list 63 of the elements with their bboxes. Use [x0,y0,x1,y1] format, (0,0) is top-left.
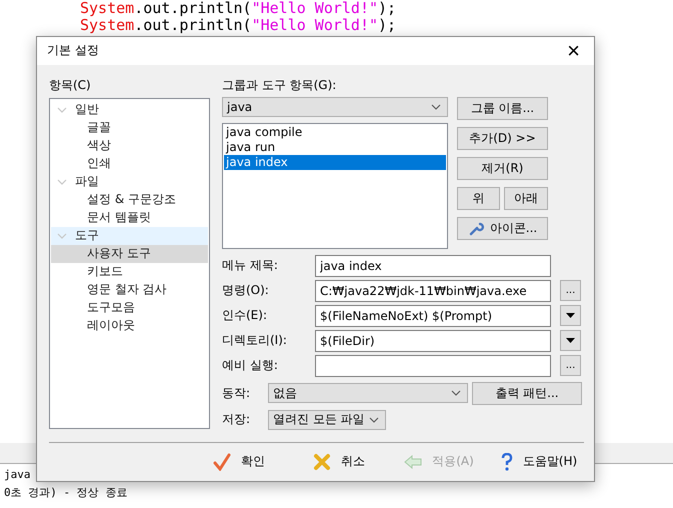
icon-button[interactable]: 아이콘... [457,216,548,240]
check-icon [213,452,231,471]
tree-item[interactable]: 색상 [51,136,208,155]
field-label: 디렉토리(I): [222,332,288,350]
ok-button[interactable]: 확인 [196,450,282,474]
caret-icon [431,104,441,110]
output-pattern-button[interactable]: 출력 패턴... [472,382,582,405]
dropdown-button[interactable] [560,330,581,352]
caret-icon [451,390,461,396]
code-line: System.out.println("Hello World!"); [80,0,398,17]
tree-item[interactable]: 글꼴 [51,118,208,137]
cancel-button[interactable]: 취소 [296,450,382,474]
group-label: 그룹과 도구 항목(G): [222,76,338,94]
help-button[interactable]: 도움말(H) [496,450,582,474]
save-select[interactable]: 열려진 모든 파일 [268,410,386,430]
tree-item[interactable]: 레이아웃 [51,316,208,335]
dropdown-button[interactable] [560,305,581,326]
field-label: 메뉴 제목: [222,257,279,274]
input-field[interactable]: $(FileNameNoExt) $(Prompt) [315,304,551,327]
tree-item[interactable]: 일반 [51,100,208,119]
tool-list-item[interactable]: java index [224,154,446,170]
caret-icon [369,416,379,423]
browse-button[interactable]: ... [560,280,581,302]
add-button[interactable]: 추가(D) >> [457,126,548,150]
up-button[interactable]: 위 [457,186,500,210]
tree-label: 항목(C) [49,76,92,94]
field-label: 저장: [222,411,252,428]
tree-item[interactable]: 설정 & 구문강조 [51,190,208,209]
tree-item[interactable]: 키보드 [51,262,208,281]
browse-button[interactable]: ... [560,355,581,376]
action-select[interactable]: 없음 [268,383,468,404]
wrench-icon [468,220,484,236]
triangle-down-icon [566,338,575,344]
input-field[interactable]: $(FileDir) [315,330,551,352]
left-arrow-icon [404,454,422,469]
field-label: 인수(E): [222,307,268,324]
tree-item[interactable]: 인쇄 [51,154,208,173]
input-field[interactable] [315,354,551,377]
tree-item[interactable]: 문서 템플릿 [51,208,208,227]
rename-group-button[interactable]: 그룹 이름... [457,96,548,120]
code-line: System.out.println("Hello World!"); [80,17,398,34]
tree-item[interactable]: 파일 [51,172,208,191]
input-field[interactable]: java index [315,254,551,277]
tree-item[interactable]: 도구모음 [51,298,208,317]
field-label: 예비 실행: [222,357,279,374]
tree-item[interactable]: 사용자 도구 [51,244,208,263]
close-button[interactable]: × [563,40,584,62]
output-line: java [4,467,32,483]
help-icon [500,452,513,471]
down-button[interactable]: 아래 [504,186,548,210]
tree-item[interactable]: 영문 철자 검사 [51,280,208,299]
output-line: 0초 경과) - 정상 종료 [4,485,128,501]
field-label: 명령(O): [222,282,270,300]
dialog-title: 기본 설정 [47,42,99,60]
triangle-down-icon [566,313,575,318]
x-icon [313,452,331,471]
tree-item[interactable]: 도구 [51,226,208,245]
input-field[interactable]: C:₩java22₩jdk-11₩bin₩java.exe [315,280,551,302]
remove-button[interactable]: 제거(R) [457,156,548,180]
group-select[interactable]: java [222,96,448,117]
tool-list-item[interactable]: java compile [224,124,446,140]
field-label: 동작: [222,384,252,402]
tool-list-item[interactable]: java run [224,140,446,155]
